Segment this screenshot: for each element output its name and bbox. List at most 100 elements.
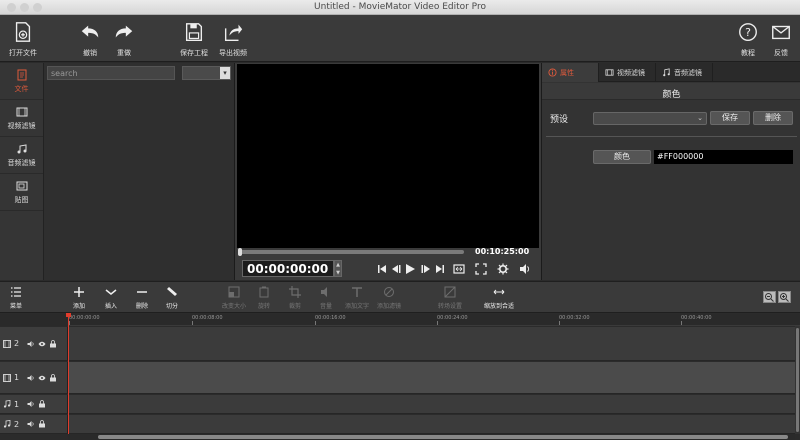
audio-filter-icon: [663, 68, 670, 77]
feedback-button[interactable]: 反馈: [770, 21, 792, 58]
track-lane-video-2[interactable]: [68, 327, 795, 361]
color-value-field[interactable]: #FF000000: [654, 150, 793, 164]
fit-to-window-button[interactable]: 缩放到合适: [484, 286, 514, 310]
skip-start-icon: [378, 265, 386, 273]
film-icon: [3, 339, 11, 348]
open-file-label: 打开文件: [9, 49, 37, 57]
skip-to-start-button[interactable]: [376, 263, 388, 277]
properties-tabs: 属性 视频滤镜 音频滤镜: [542, 63, 800, 82]
lock-icon[interactable]: [38, 420, 46, 428]
crop-button[interactable]: 裁剪: [289, 286, 301, 310]
lock-icon[interactable]: [38, 400, 46, 408]
next-frame-icon: [421, 265, 430, 273]
open-file-button[interactable]: 打开文件: [9, 21, 37, 58]
volume-clip-button[interactable]: 音量: [320, 286, 332, 310]
nav-item-file[interactable]: 文件: [0, 63, 43, 100]
mail-icon: [772, 25, 790, 40]
seek-slider-handle[interactable]: [238, 248, 242, 256]
insert-button[interactable]: 插入: [105, 286, 117, 310]
volume-button[interactable]: [519, 263, 531, 277]
next-frame-button[interactable]: [420, 263, 432, 277]
volume-icon: [520, 264, 530, 274]
playhead-handle[interactable]: [66, 313, 71, 317]
tab-label: 视频滤镜: [617, 68, 645, 77]
playhead[interactable]: [68, 313, 69, 440]
help-icon: ?: [739, 23, 757, 41]
tab-video-filter[interactable]: 视频滤镜: [599, 63, 656, 82]
export-icon: [224, 24, 243, 41]
timeline-ruler[interactable]: 00:00:00:00 00:00:08:00 00:00:16:00 00:0…: [68, 314, 800, 326]
viewer-settings-button[interactable]: [497, 263, 509, 277]
speaker-icon[interactable]: [27, 420, 35, 428]
track-number: 1: [14, 373, 20, 382]
nav-item-label: 文件: [14, 84, 29, 93]
lock-icon[interactable]: [49, 373, 57, 382]
timeline-horizontal-scrollbar[interactable]: [68, 434, 795, 440]
text-icon: [352, 287, 362, 297]
nav-item-audio-filter[interactable]: 音频滤镜: [0, 137, 43, 174]
nav-item-label: 贴图: [14, 195, 29, 204]
tutorial-button[interactable]: ? 教程: [737, 21, 759, 58]
transition-settings-button[interactable]: 转场设置: [438, 286, 462, 310]
tab-properties[interactable]: 属性: [542, 63, 599, 82]
speaker-icon[interactable]: [27, 400, 35, 408]
track-lane-video-1[interactable]: [68, 362, 795, 394]
lock-icon[interactable]: [49, 339, 57, 348]
zoom-out-button[interactable]: [763, 291, 776, 303]
nav-item-sticker[interactable]: 贴图: [0, 174, 43, 211]
split-button[interactable]: 切分: [166, 286, 178, 310]
add-text-button[interactable]: 添加文字: [345, 286, 369, 310]
zoom-out-icon: [765, 293, 774, 302]
prev-frame-button[interactable]: [390, 263, 402, 277]
add-button[interactable]: 添加: [73, 286, 85, 310]
save-project-button[interactable]: 保存工程: [180, 21, 208, 58]
rotate-button[interactable]: 旋转: [258, 286, 270, 310]
track-lane-audio-1[interactable]: [68, 395, 795, 414]
redo-button[interactable]: 重做: [113, 21, 135, 58]
transition-icon: [444, 286, 456, 298]
delete-button[interactable]: 删除: [136, 286, 148, 310]
scrollbar-thumb[interactable]: [796, 328, 799, 432]
eye-icon[interactable]: [38, 374, 46, 382]
timeline-vertical-scrollbar[interactable]: [795, 326, 800, 434]
speaker-icon[interactable]: [27, 340, 35, 348]
color-picker-button[interactable]: 颜色: [593, 150, 651, 164]
play-icon: [406, 264, 415, 274]
undo-button[interactable]: 撤销: [79, 21, 101, 58]
undo-icon: [81, 25, 99, 38]
add-filter-button[interactable]: 添加滤镜: [377, 286, 401, 310]
track-header-audio-1[interactable]: 1: [0, 395, 68, 414]
timecode-stepper[interactable]: ▲ ▼: [334, 260, 342, 277]
preset-select[interactable]: ⌄: [593, 112, 707, 125]
undo-label: 撤销: [83, 49, 97, 57]
save-preset-button[interactable]: 保存: [710, 111, 750, 125]
fullscreen-button[interactable]: [475, 263, 487, 277]
track-lane-audio-2[interactable]: [68, 415, 795, 434]
resize-button[interactable]: 改变大小: [222, 286, 246, 310]
seek-slider[interactable]: [238, 248, 464, 256]
nav-item-label: 音频滤镜: [7, 158, 36, 167]
aspect-ratio-button[interactable]: [453, 263, 465, 277]
eye-icon[interactable]: [38, 340, 46, 348]
skip-to-end-button[interactable]: [434, 263, 446, 277]
timecode-input[interactable]: 00:00:00:00: [242, 260, 334, 277]
resize-icon: [228, 286, 240, 298]
scrollbar-thumb[interactable]: [98, 435, 788, 439]
rotate-icon: [259, 286, 269, 298]
play-button[interactable]: [404, 263, 416, 277]
track-header-video-2[interactable]: 2: [0, 327, 68, 361]
track-header-video-1[interactable]: 1: [0, 362, 68, 394]
track-header-audio-2[interactable]: 2: [0, 415, 68, 434]
delete-preset-button[interactable]: 删除: [753, 111, 793, 125]
zoom-in-button[interactable]: [778, 291, 791, 303]
resize-label: 改变大小: [222, 303, 247, 310]
redo-label: 重做: [117, 49, 131, 57]
left-nav: 文件 视频滤镜 音频滤镜 贴图: [0, 63, 44, 280]
file-filter-select[interactable]: ▾: [182, 66, 231, 80]
menu-button[interactable]: 菜单: [10, 286, 22, 310]
search-input[interactable]: search: [47, 66, 175, 80]
nav-item-video-filter[interactable]: 视频滤镜: [0, 100, 43, 137]
export-video-button[interactable]: 导出视频: [219, 21, 247, 58]
tab-audio-filter[interactable]: 音频滤镜: [656, 63, 713, 82]
speaker-icon[interactable]: [27, 374, 35, 382]
